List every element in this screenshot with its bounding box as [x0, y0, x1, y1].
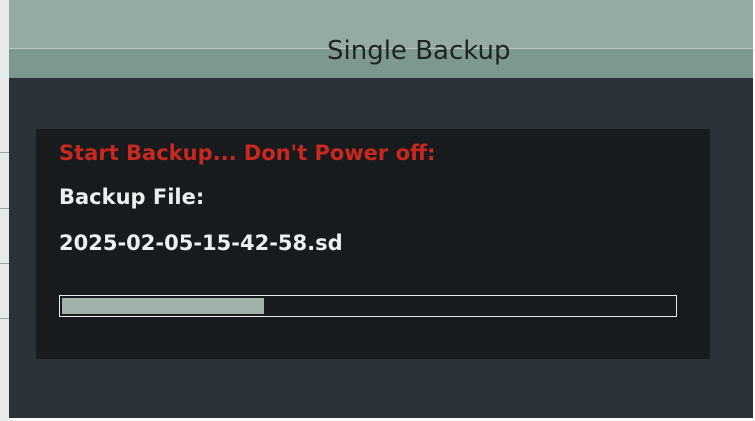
dialog-title: Single Backup — [327, 36, 511, 66]
backup-progress-bar — [59, 295, 677, 317]
title-bar: Single Backup — [9, 0, 753, 78]
edge-tick — [0, 152, 9, 153]
edge-tick — [0, 208, 9, 209]
backup-file-label: Backup File: — [59, 185, 205, 209]
background-edge — [0, 0, 9, 421]
backup-progress-fill — [62, 298, 264, 314]
backup-dialog: Single Backup Start Backup... Don't Powe… — [9, 0, 753, 418]
power-warning: Start Backup... Don't Power off: — [59, 141, 436, 165]
screen: Single Backup Start Backup... Don't Powe… — [0, 0, 755, 421]
backup-status-panel: Start Backup... Don't Power off: Backup … — [36, 129, 710, 359]
edge-tick — [0, 318, 9, 319]
edge-tick — [0, 263, 9, 264]
backup-file-name: 2025-02-05-15-42-58.sd — [59, 231, 343, 255]
